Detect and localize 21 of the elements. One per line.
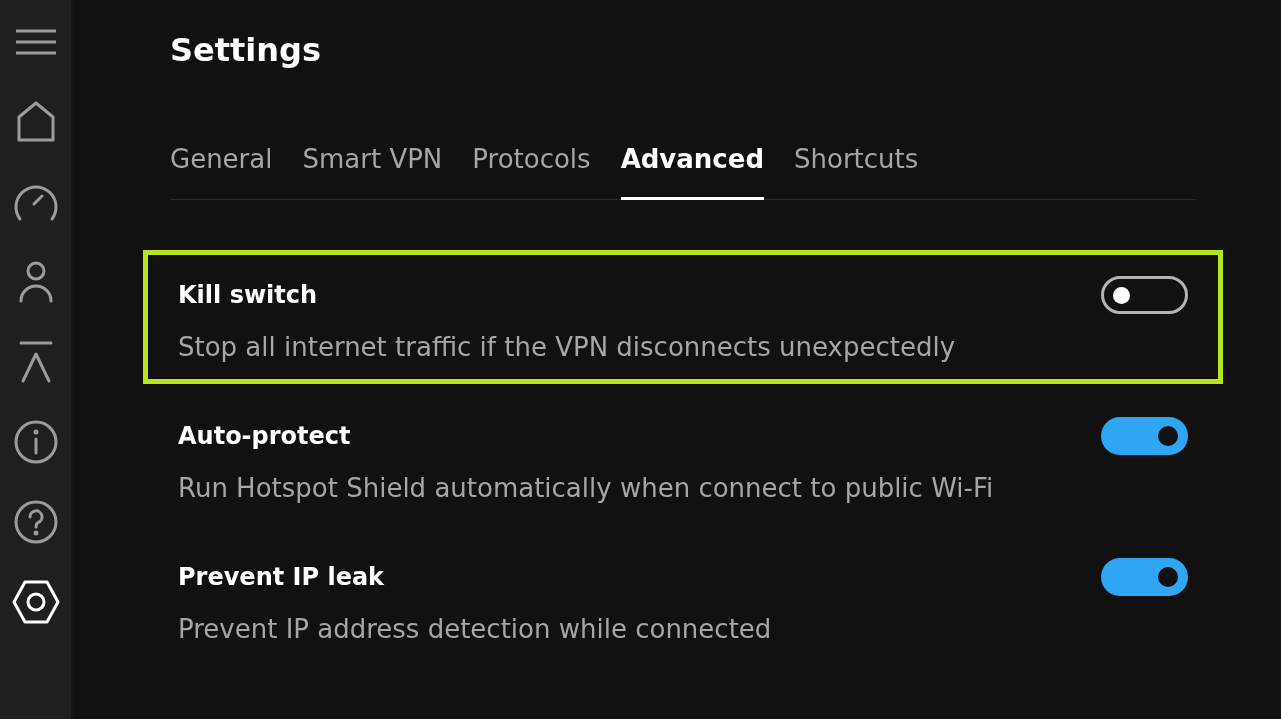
info-icon <box>12 419 59 465</box>
toggle-switch[interactable] <box>1101 417 1188 455</box>
toggle-switch[interactable] <box>1101 276 1188 314</box>
settings-tab[interactable]: Advanced <box>620 141 765 200</box>
settings-tab[interactable]: Smart VPN <box>302 141 443 200</box>
setting-description: Stop all internet traffic if the VPN disconnects unexpectedly <box>178 331 956 364</box>
settings-tab[interactable]: Shortcuts <box>794 141 919 200</box>
settings-tab[interactable]: Protocols <box>472 141 591 200</box>
menu-icon <box>15 29 56 55</box>
toggle-switch[interactable] <box>1101 558 1188 596</box>
person-icon <box>17 260 54 304</box>
setting-description: Prevent IP address detection while connected <box>178 613 772 646</box>
setting-title: Prevent IP leak <box>178 562 385 593</box>
page-title: Settings <box>170 30 322 70</box>
caret-bar-icon <box>17 340 54 384</box>
settings-icon <box>10 579 61 625</box>
setting-title: Auto-protect <box>178 421 351 452</box>
setting-description: Run Hotspot Shield automatically when connect to public Wi-Fi <box>178 472 994 505</box>
help-icon <box>12 499 59 545</box>
setting-title: Kill switch <box>178 280 318 311</box>
settings-tab[interactable]: General <box>170 141 273 200</box>
